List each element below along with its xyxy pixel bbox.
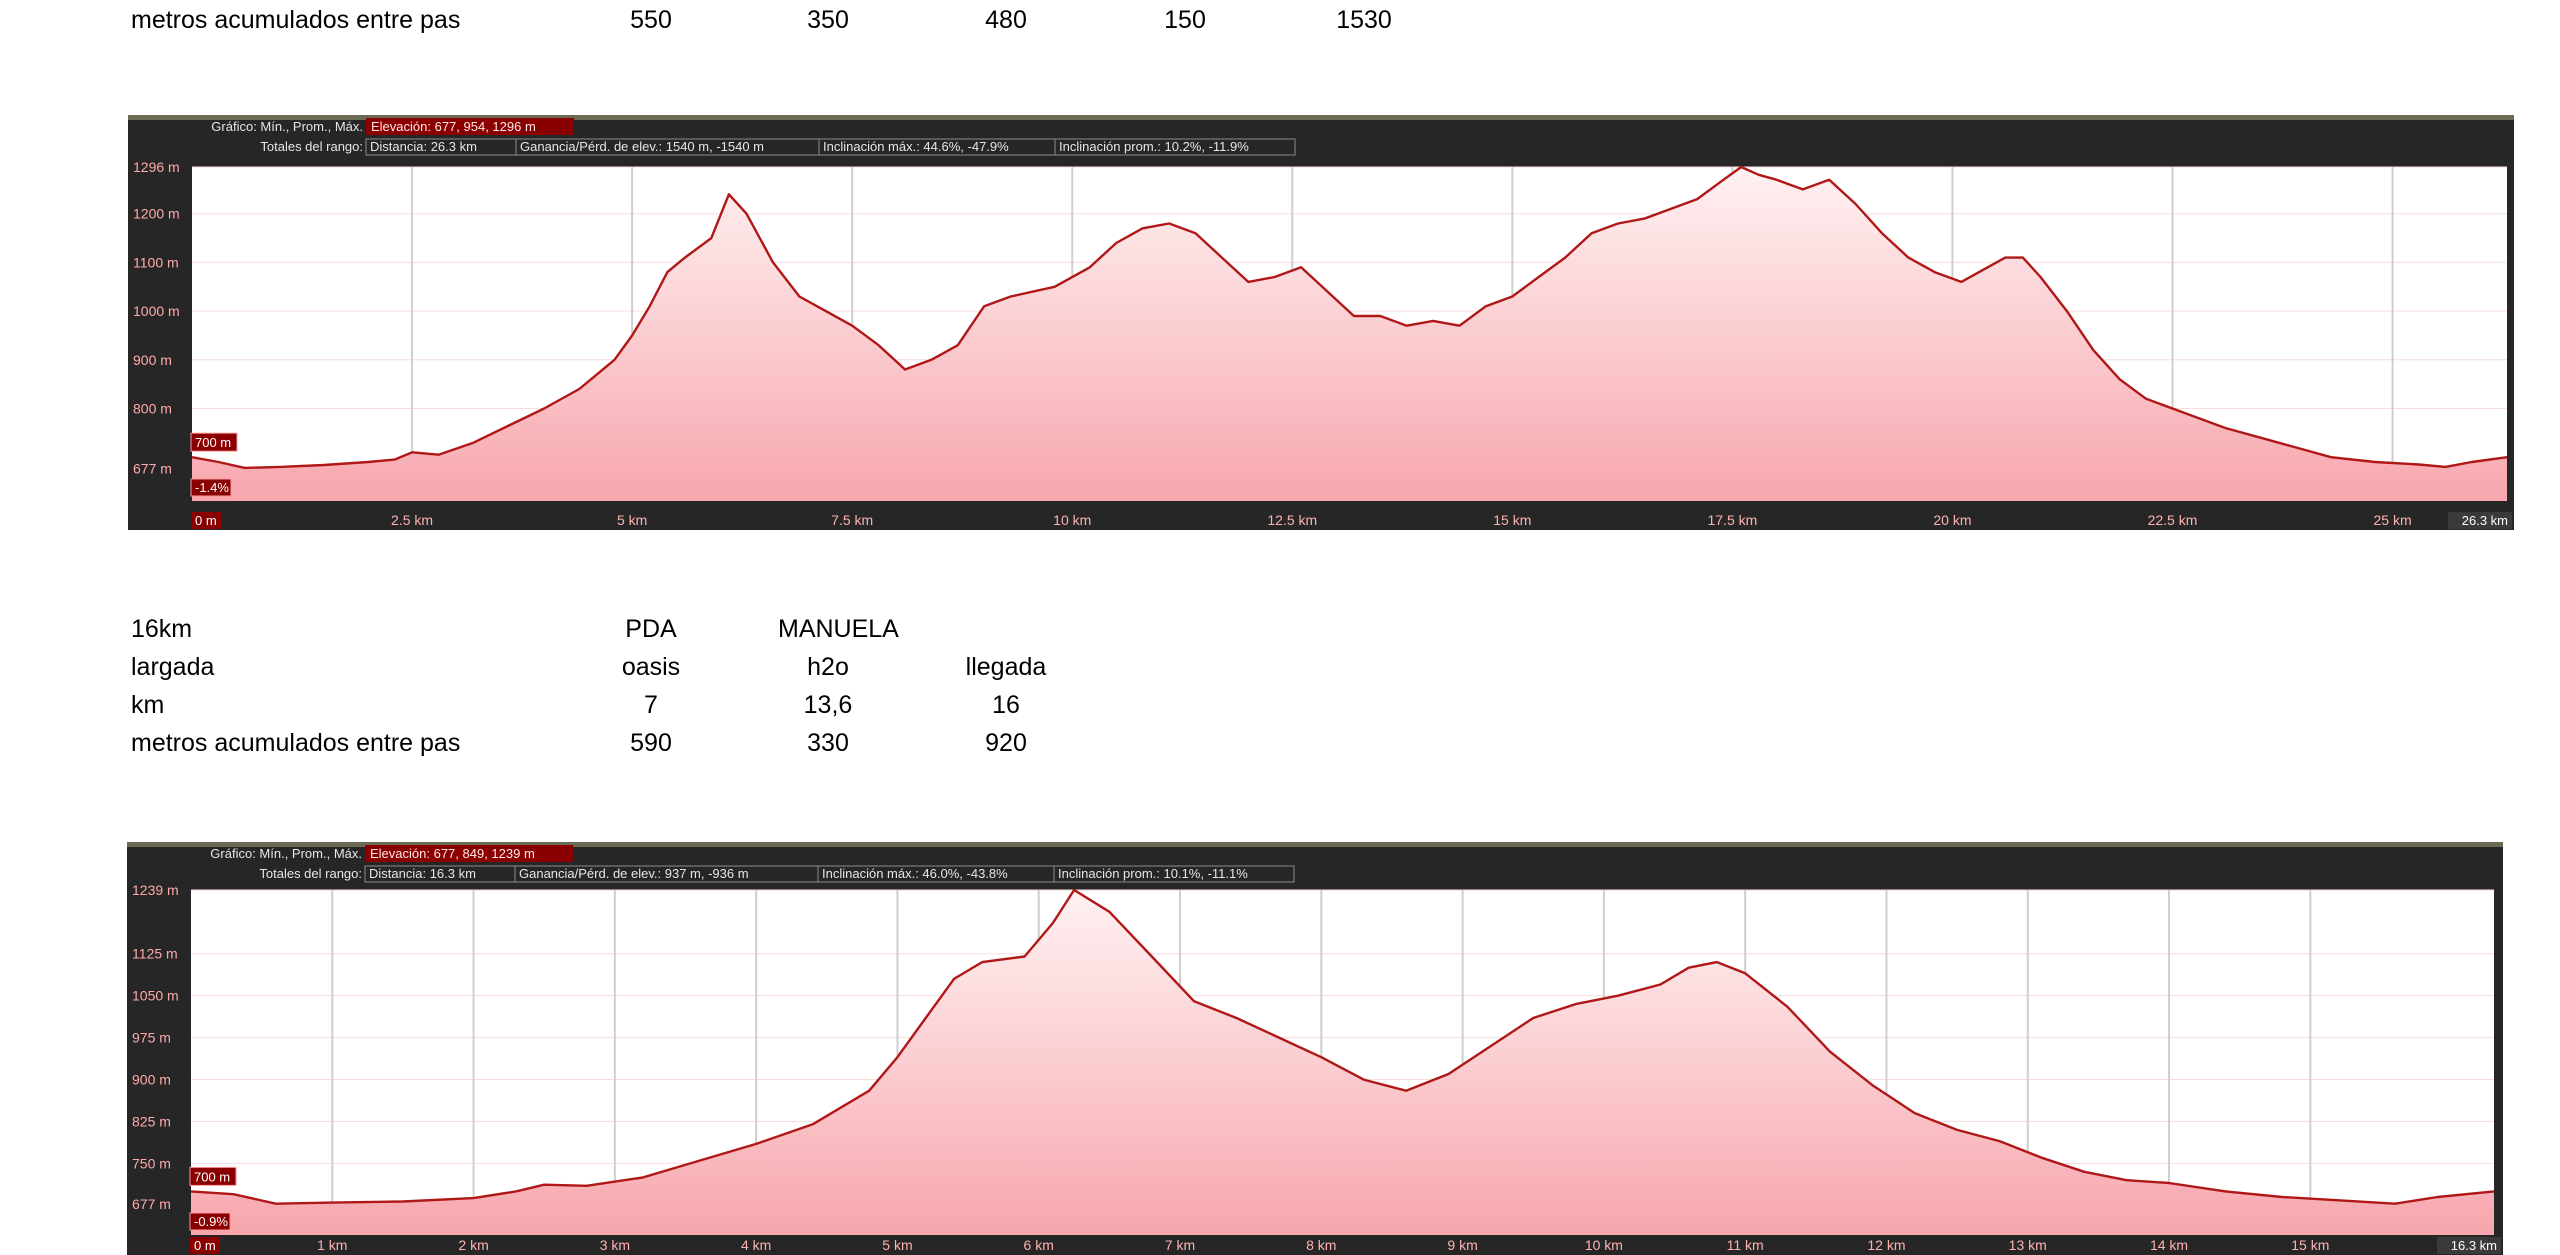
x-tick-label: 2 km — [458, 1237, 488, 1253]
table-cell: 150 — [1164, 6, 1206, 34]
y-tick-label: 1050 m — [132, 988, 179, 1004]
y-tick-label: 1000 m — [133, 303, 180, 319]
totals-label: Totales del rango: — [259, 866, 362, 881]
graph-label: Gráfico: Mín., Prom., Máx. — [210, 846, 362, 861]
table-cell: 330 — [807, 729, 849, 757]
elevation-range: Elevación: 677, 954, 1296 m — [371, 119, 536, 134]
table-cell: 1530 — [1336, 6, 1392, 34]
max-slope-box-text: Inclinación máx.: 44.6%, -47.9% — [823, 139, 1009, 154]
y-tick-label: 677 m — [132, 1196, 171, 1212]
graph-label: Gráfico: Mín., Prom., Máx. — [211, 119, 363, 134]
table-cell: 350 — [807, 6, 849, 34]
y-tick-label: 1125 m — [132, 946, 178, 962]
table-cell: PDA — [625, 615, 677, 643]
cursor-slope-label: -0.9% — [194, 1214, 228, 1229]
x-tick-label: 5 km — [882, 1237, 912, 1253]
row-label: metros acumulados entre pas — [131, 6, 461, 34]
y-tick-label: 900 m — [133, 352, 172, 368]
x-tick-label: 8 km — [1306, 1237, 1336, 1253]
x-tick-label: 25 km — [2374, 512, 2412, 528]
y-tick-label: 1239 m — [132, 882, 179, 898]
x-tick-label: 4 km — [741, 1237, 771, 1253]
avg-slope-box-text: Inclinación prom.: 10.2%, -11.9% — [1059, 139, 1249, 154]
x-tick-label: 9 km — [1447, 1237, 1477, 1253]
y-tick-label: 900 m — [132, 1072, 171, 1088]
y-tick-label: 825 m — [132, 1113, 171, 1129]
x-tick-label: 1 km — [317, 1237, 347, 1253]
cursor-elevation-label: 700 m — [195, 435, 231, 450]
x-tick-label: 7 km — [1165, 1237, 1195, 1253]
x-end-label: 26.3 km — [2462, 513, 2508, 528]
totals-label: Totales del rango: — [260, 139, 363, 154]
y-tick-label: 750 m — [132, 1155, 171, 1171]
x-tick-label: 3 km — [600, 1237, 630, 1253]
elevation-chart-svg: Gráfico: Mín., Prom., Máx. Elevación: 677… — [128, 115, 2514, 530]
table-cell: 13,6 — [803, 691, 853, 719]
x-tick-label: 10 km — [1053, 512, 1091, 528]
x-start-label: 0 m — [194, 1238, 216, 1253]
y-tick-label: 1100 m — [133, 254, 179, 270]
y-tick-label: 677 m — [133, 460, 172, 476]
distance-box-text: Distancia: 26.3 km — [370, 139, 477, 154]
x-tick-label: 13 km — [2009, 1237, 2047, 1253]
y-tick-label: 1296 m — [133, 159, 180, 175]
x-tick-label: 20 km — [1933, 512, 1971, 528]
table-cell: 550 — [630, 6, 672, 34]
avg-slope-box-text: Inclinación prom.: 10.1%, -11.1% — [1058, 866, 1248, 881]
y-tick-label: 1200 m — [133, 206, 180, 222]
x-start-label: 0 m — [195, 513, 217, 528]
x-tick-label: 15 km — [1493, 512, 1531, 528]
row-label: largada — [131, 653, 215, 681]
elevation-profile-16km: Gráfico: Mín., Prom., Máx. Elevación: 677… — [127, 842, 2503, 1255]
x-tick-label: 7.5 km — [831, 512, 873, 528]
table-cell: 920 — [985, 729, 1027, 757]
x-tick-label: 10 km — [1585, 1237, 1623, 1253]
elevation-gain-box-text: Ganancia/Pérd. de elev.: 937 m, -936 m — [519, 866, 749, 881]
table-cell: MANUELA — [778, 615, 899, 643]
x-tick-label: 17.5 km — [1707, 512, 1757, 528]
x-tick-label: 22.5 km — [2148, 512, 2198, 528]
table-cell: 480 — [985, 6, 1027, 34]
max-slope-box-text: Inclinación máx.: 46.0%, -43.8% — [822, 866, 1008, 881]
x-tick-label: 12.5 km — [1267, 512, 1317, 528]
row-label: 16km — [131, 615, 193, 643]
elevation-profile-26km: Gráfico: Mín., Prom., Máx. Elevación: 677… — [128, 115, 2514, 530]
x-tick-label: 15 km — [2291, 1237, 2329, 1253]
table-cell: oasis — [621, 653, 681, 681]
row-label: metros acumulados entre pas — [131, 729, 461, 757]
x-tick-label: 14 km — [2150, 1237, 2188, 1253]
x-end-label: 16.3 km — [2451, 1238, 2497, 1253]
table-cell: 590 — [630, 729, 672, 757]
table-cell: 16 — [992, 691, 1020, 719]
elevation-range: Elevación: 677, 849, 1239 m — [370, 846, 535, 861]
distance-box-text: Distancia: 16.3 km — [369, 866, 476, 881]
cursor-elevation-label: 700 m — [194, 1169, 230, 1184]
elevation-chart-svg: Gráfico: Mín., Prom., Máx. Elevación: 677… — [127, 842, 2503, 1255]
x-tick-label: 11 km — [1727, 1237, 1764, 1253]
x-tick-label: 5 km — [617, 512, 647, 528]
y-tick-label: 975 m — [132, 1030, 171, 1046]
row-label: km — [131, 691, 165, 719]
elevation-gain-box-text: Ganancia/Pérd. de elev.: 1540 m, -1540 m — [520, 139, 764, 154]
x-tick-label: 6 km — [1024, 1237, 1054, 1253]
table-cell: llegada — [965, 653, 1047, 681]
y-tick-label: 800 m — [133, 400, 172, 416]
table-cell: h2o — [807, 653, 849, 681]
x-tick-label: 2.5 km — [391, 512, 433, 528]
table-cell: 7 — [644, 691, 658, 719]
x-tick-label: 12 km — [1867, 1237, 1905, 1253]
cursor-slope-label: -1.4% — [195, 480, 229, 495]
